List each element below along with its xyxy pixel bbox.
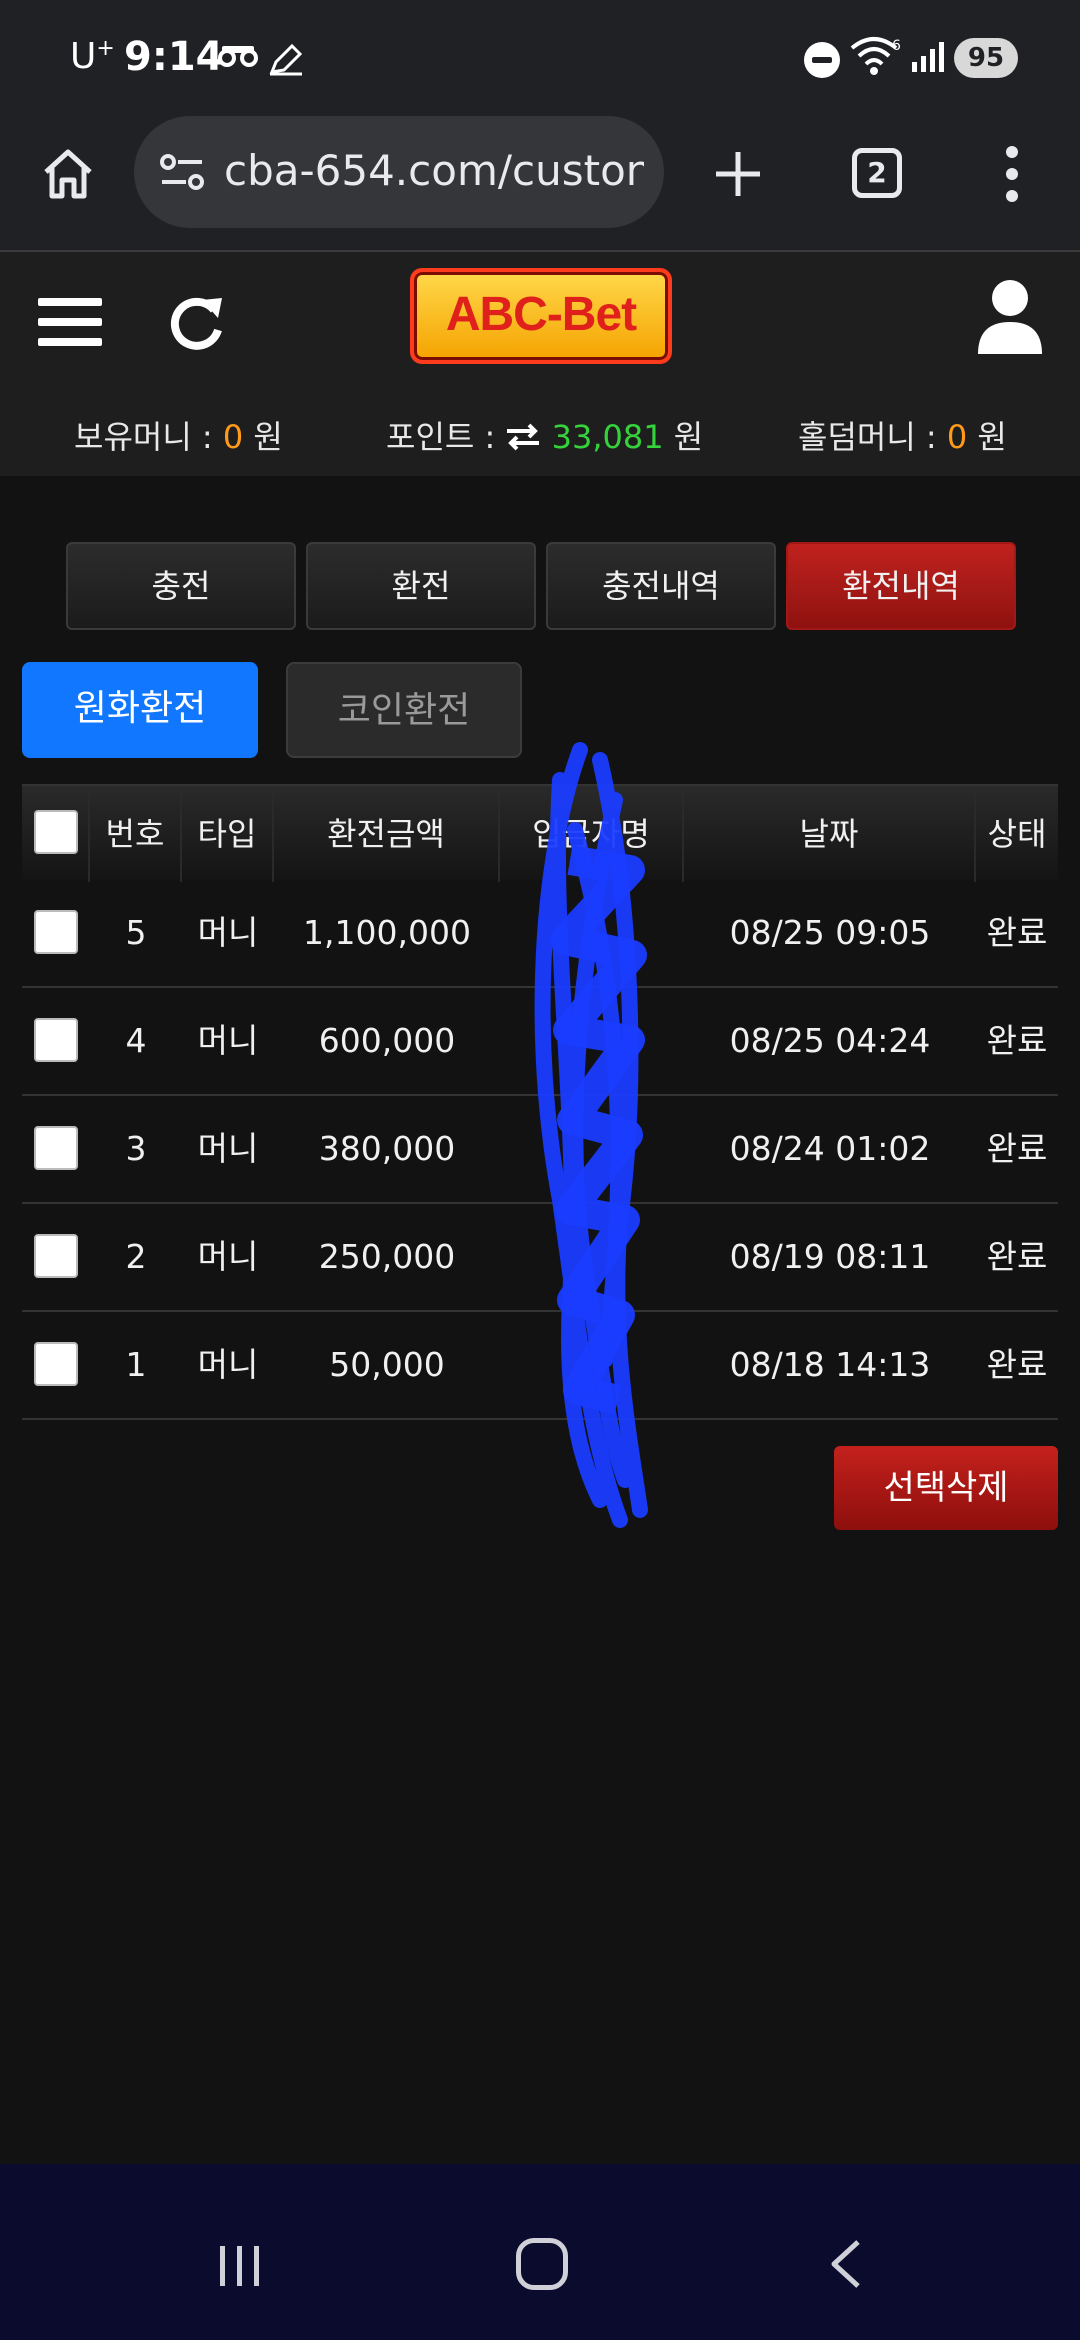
tab-switcher-button[interactable]: 2 [852, 148, 902, 198]
withdraw-history-table: 번호 타입 환전금액 입금자명 날짜 상태 5 머니 1,100,000 08/… [22, 784, 1058, 1420]
row-select [22, 1312, 90, 1420]
row-depositor [500, 1204, 684, 1312]
edit-icon [269, 43, 303, 76]
row-status: 완료 [986, 1237, 1048, 1276]
tab-deposit[interactable]: 충전 [66, 542, 296, 630]
svg-text:6: 6 [892, 38, 901, 54]
row-amount: 600,000 [318, 1021, 456, 1060]
row-checkbox[interactable] [34, 1126, 78, 1170]
table-row: 2 머니 250,000 08/19 08:11 완료 [22, 1204, 1058, 1312]
row-checkbox[interactable] [34, 1342, 78, 1386]
header-status: 상태 [987, 815, 1047, 853]
row-checkbox[interactable] [34, 1234, 78, 1278]
clock: 9:14 [124, 34, 224, 80]
select-all-checkbox[interactable] [34, 810, 78, 854]
row-type: 머니 [197, 1345, 259, 1384]
home-icon[interactable] [40, 146, 96, 202]
battery-indicator: 95 [954, 38, 1018, 78]
refresh-icon[interactable] [166, 290, 226, 354]
header-amount: 환전금액 [274, 786, 500, 882]
row-select [22, 988, 90, 1096]
row-status: 완료 [986, 1129, 1048, 1168]
row-type: 머니 [197, 913, 259, 952]
table-row: 5 머니 1,100,000 08/25 09:05 완료 [22, 880, 1058, 988]
row-amount: 380,000 [318, 1129, 456, 1168]
url-text[interactable]: cba-654.com/custon [224, 146, 644, 195]
browser-toolbar: cba-654.com/custon 2 [0, 116, 1080, 252]
row-depositor [500, 1312, 684, 1420]
row-amount: 250,000 [318, 1237, 456, 1276]
row-select [22, 1204, 90, 1312]
row-date: 08/24 01:02 [729, 1129, 931, 1168]
tab-deposit-history[interactable]: 충전내역 [546, 542, 776, 630]
row-type: 머니 [197, 1237, 259, 1276]
row-status: 완료 [986, 1021, 1048, 1060]
user-icon[interactable] [976, 276, 1044, 356]
point-balance: 포인트 : 33,081 원 [386, 418, 704, 456]
exchange-arrows-icon[interactable] [505, 422, 541, 452]
signal-icon [912, 42, 944, 72]
balance-bar: 보유머니 : 0 원 포인트 : 33,081 원 홀덤머니 : 0 원 [0, 412, 1080, 462]
row-select [22, 880, 90, 988]
system-nav-bar [0, 2164, 1080, 2340]
row-status: 완료 [986, 1345, 1048, 1384]
row-no: 3 [125, 1129, 147, 1168]
row-type: 머니 [197, 1129, 259, 1168]
header-date: 날짜 [684, 786, 976, 882]
row-date: 08/25 04:24 [729, 1021, 931, 1060]
row-no: 4 [125, 1021, 147, 1060]
subtab-krw-exchange[interactable]: 원화환전 [22, 662, 258, 758]
delete-selected-button[interactable]: 선택삭제 [834, 1446, 1058, 1530]
row-no: 2 [125, 1237, 147, 1276]
home-nav-icon[interactable] [516, 2238, 568, 2290]
recent-apps-icon[interactable] [218, 2244, 262, 2288]
site-header: ABC-Bet 보유머니 : 0 원 포인트 : 33,081 원 홀덤머니 :… [0, 252, 1080, 476]
row-date: 08/25 09:05 [729, 913, 931, 952]
header-type: 타입 [182, 786, 274, 882]
tab-withdraw-history[interactable]: 환전내역 [786, 542, 1016, 630]
row-status: 완료 [986, 913, 1048, 952]
status-bar: U+ 9:14 6 95 [0, 0, 1080, 116]
site-settings-icon[interactable] [158, 152, 206, 192]
table-row: 3 머니 380,000 08/24 01:02 완료 [22, 1096, 1058, 1204]
row-depositor [500, 988, 684, 1096]
tab-withdraw[interactable]: 환전 [306, 542, 536, 630]
row-amount: 1,100,000 [303, 913, 471, 952]
back-icon[interactable] [828, 2238, 864, 2290]
money-balance: 보유머니 : 0 원 [74, 418, 283, 456]
do-not-disturb-icon [804, 42, 840, 78]
main-tabs: 충전 환전 충전내역 환전내역 [66, 542, 1016, 630]
header-depositor: 입금자명 [500, 786, 684, 882]
row-checkbox[interactable] [34, 1018, 78, 1062]
hamburger-menu-icon[interactable] [38, 290, 102, 354]
table-header: 번호 타입 환전금액 입금자명 날짜 상태 [22, 784, 1058, 882]
row-no: 1 [125, 1345, 147, 1384]
row-date: 08/19 08:11 [729, 1237, 931, 1276]
table-row: 4 머니 600,000 08/25 04:24 완료 [22, 988, 1058, 1096]
row-checkbox[interactable] [34, 910, 78, 954]
subtab-coin-exchange[interactable]: 코인환전 [286, 662, 522, 758]
site-logo[interactable]: ABC-Bet [410, 268, 672, 364]
header-select-all [22, 786, 90, 882]
row-amount: 50,000 [329, 1345, 445, 1384]
row-no: 5 [125, 913, 147, 952]
header-no: 번호 [90, 786, 182, 882]
row-type: 머니 [197, 1021, 259, 1060]
row-depositor [500, 1096, 684, 1204]
row-depositor [500, 880, 684, 988]
carrier: U+ [70, 36, 115, 77]
row-date: 08/18 14:13 [729, 1345, 931, 1384]
row-select [22, 1096, 90, 1204]
holdem-balance: 홀덤머니 : 0 원 [798, 418, 1007, 456]
address-bar[interactable]: cba-654.com/custon [134, 116, 664, 228]
voicemail-icon [218, 46, 258, 67]
table-row: 1 머니 50,000 08/18 14:13 완료 [22, 1312, 1058, 1420]
wifi-icon: 6 [850, 37, 901, 75]
more-options-icon[interactable] [1000, 144, 1024, 204]
new-tab-icon[interactable] [710, 146, 766, 202]
